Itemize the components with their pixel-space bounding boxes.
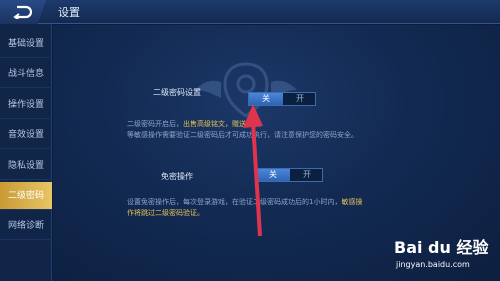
watermark-url: jingyan.baidu.com	[396, 260, 470, 269]
password-free-label: 免密操作	[161, 172, 193, 181]
sidebar-item-basic-settings[interactable]: 基础设置	[0, 30, 52, 58]
password-free-description-line2: 作将跳过二级密码验证。	[127, 209, 204, 217]
sidebar-item-controls[interactable]: 操作设置	[0, 91, 52, 119]
password-free-on-option[interactable]: 开	[290, 169, 324, 181]
top-bar: 设置	[0, 0, 500, 24]
password-free-highlight-1: 敏感操	[341, 198, 363, 206]
page-title: 设置	[58, 6, 80, 19]
password-free-toggle[interactable]: 关 开	[255, 168, 323, 182]
secondary-password-label: 二级密码设置	[153, 88, 201, 97]
sidebar-item-network-diagnosis[interactable]: 网络诊断	[0, 212, 52, 240]
sidebar-item-sound[interactable]: 音效设置	[0, 121, 52, 149]
watermark-logo: Bai du 经验	[394, 238, 489, 257]
secondary-password-on-option[interactable]: 开	[283, 93, 317, 105]
back-arrow-icon	[13, 5, 32, 19]
back-button[interactable]	[0, 0, 46, 24]
red-arrow-annotation	[243, 104, 263, 237]
sidebar-item-privacy[interactable]: 隐私设置	[0, 152, 52, 180]
sidebar: 基础设置 战斗信息 操作设置 音效设置 隐私设置 二级密码 网络诊断	[0, 24, 52, 281]
sidebar-item-secondary-password[interactable]: 二级密码	[0, 182, 52, 210]
baidu-jingyan-watermark: Bai du 经验 jingyan.baidu.com	[392, 232, 500, 281]
sidebar-item-battle-info[interactable]: 战斗信息	[0, 60, 52, 88]
